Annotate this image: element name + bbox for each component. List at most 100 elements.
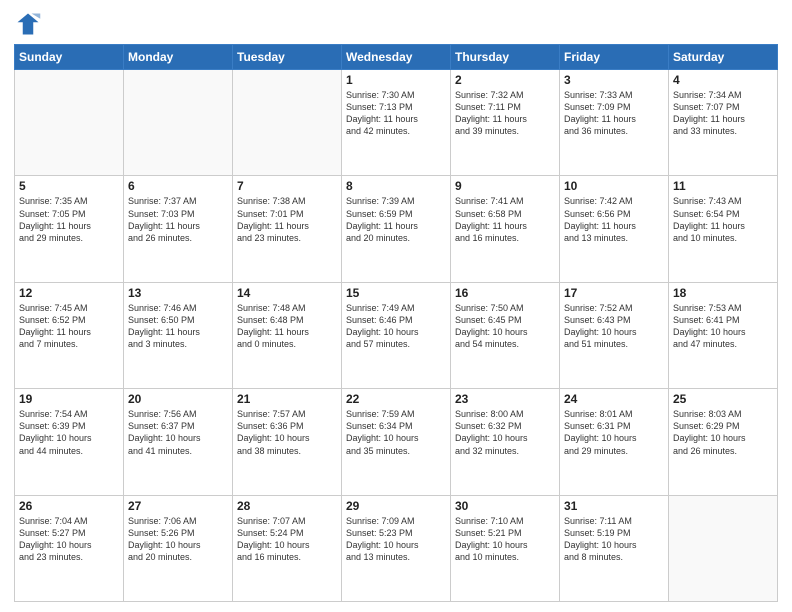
day-info: Sunrise: 7:06 AMSunset: 5:26 PMDaylight:… <box>128 515 228 564</box>
day-number: 22 <box>346 392 446 406</box>
day-cell: 17 Sunrise: 7:52 AMSunset: 6:43 PMDayligh… <box>560 282 669 388</box>
day-number: 9 <box>455 179 555 193</box>
day-cell: 4 Sunrise: 7:34 AMSunset: 7:07 PMDaylight… <box>669 70 778 176</box>
day-number: 5 <box>19 179 119 193</box>
weekday-header-tuesday: Tuesday <box>233 45 342 70</box>
day-info: Sunrise: 7:53 AMSunset: 6:41 PMDaylight:… <box>673 302 773 351</box>
day-info: Sunrise: 7:35 AMSunset: 7:05 PMDaylight:… <box>19 195 119 244</box>
day-info: Sunrise: 7:54 AMSunset: 6:39 PMDaylight:… <box>19 408 119 457</box>
week-row-1: 5 Sunrise: 7:35 AMSunset: 7:05 PMDaylight… <box>15 176 778 282</box>
logo <box>14 10 46 38</box>
day-cell: 30 Sunrise: 7:10 AMSunset: 5:21 PMDayligh… <box>451 495 560 601</box>
week-row-0: 1 Sunrise: 7:30 AMSunset: 7:13 PMDaylight… <box>15 70 778 176</box>
day-cell <box>124 70 233 176</box>
day-cell: 21 Sunrise: 7:57 AMSunset: 6:36 PMDayligh… <box>233 389 342 495</box>
day-info: Sunrise: 7:48 AMSunset: 6:48 PMDaylight:… <box>237 302 337 351</box>
day-number: 26 <box>19 499 119 513</box>
weekday-header-row: SundayMondayTuesdayWednesdayThursdayFrid… <box>15 45 778 70</box>
day-number: 23 <box>455 392 555 406</box>
day-cell: 19 Sunrise: 7:54 AMSunset: 6:39 PMDayligh… <box>15 389 124 495</box>
weekday-header-saturday: Saturday <box>669 45 778 70</box>
day-info: Sunrise: 7:07 AMSunset: 5:24 PMDaylight:… <box>237 515 337 564</box>
day-number: 10 <box>564 179 664 193</box>
day-number: 18 <box>673 286 773 300</box>
day-cell: 1 Sunrise: 7:30 AMSunset: 7:13 PMDaylight… <box>342 70 451 176</box>
day-cell: 29 Sunrise: 7:09 AMSunset: 5:23 PMDayligh… <box>342 495 451 601</box>
day-info: Sunrise: 7:09 AMSunset: 5:23 PMDaylight:… <box>346 515 446 564</box>
day-number: 15 <box>346 286 446 300</box>
weekday-header-thursday: Thursday <box>451 45 560 70</box>
week-row-2: 12 Sunrise: 7:45 AMSunset: 6:52 PMDayligh… <box>15 282 778 388</box>
day-cell: 5 Sunrise: 7:35 AMSunset: 7:05 PMDaylight… <box>15 176 124 282</box>
day-number: 1 <box>346 73 446 87</box>
day-number: 30 <box>455 499 555 513</box>
day-number: 20 <box>128 392 228 406</box>
day-cell: 27 Sunrise: 7:06 AMSunset: 5:26 PMDayligh… <box>124 495 233 601</box>
day-cell: 20 Sunrise: 7:56 AMSunset: 6:37 PMDayligh… <box>124 389 233 495</box>
day-cell: 15 Sunrise: 7:49 AMSunset: 6:46 PMDayligh… <box>342 282 451 388</box>
day-info: Sunrise: 7:46 AMSunset: 6:50 PMDaylight:… <box>128 302 228 351</box>
day-number: 4 <box>673 73 773 87</box>
page: SundayMondayTuesdayWednesdayThursdayFrid… <box>0 0 792 612</box>
day-number: 27 <box>128 499 228 513</box>
day-info: Sunrise: 7:10 AMSunset: 5:21 PMDaylight:… <box>455 515 555 564</box>
logo-icon <box>14 10 42 38</box>
weekday-header-friday: Friday <box>560 45 669 70</box>
day-number: 25 <box>673 392 773 406</box>
day-info: Sunrise: 7:57 AMSunset: 6:36 PMDaylight:… <box>237 408 337 457</box>
day-info: Sunrise: 7:45 AMSunset: 6:52 PMDaylight:… <box>19 302 119 351</box>
day-cell: 22 Sunrise: 7:59 AMSunset: 6:34 PMDayligh… <box>342 389 451 495</box>
day-number: 17 <box>564 286 664 300</box>
day-number: 28 <box>237 499 337 513</box>
day-cell: 6Sunrise: 7:37 AMSunset: 7:03 PMDaylight… <box>124 176 233 282</box>
day-info: Sunrise: 7:33 AMSunset: 7:09 PMDaylight:… <box>564 89 664 138</box>
week-row-4: 26 Sunrise: 7:04 AMSunset: 5:27 PMDayligh… <box>15 495 778 601</box>
day-info: Sunrise: 7:59 AMSunset: 6:34 PMDaylight:… <box>346 408 446 457</box>
day-cell <box>669 495 778 601</box>
calendar-table: SundayMondayTuesdayWednesdayThursdayFrid… <box>14 44 778 602</box>
day-info: Sunrise: 7:32 AMSunset: 7:11 PMDaylight:… <box>455 89 555 138</box>
day-cell: 25 Sunrise: 8:03 AMSunset: 6:29 PMDayligh… <box>669 389 778 495</box>
day-cell: 8 Sunrise: 7:39 AMSunset: 6:59 PMDaylight… <box>342 176 451 282</box>
day-number: 13 <box>128 286 228 300</box>
day-info: Sunrise: 7:49 AMSunset: 6:46 PMDaylight:… <box>346 302 446 351</box>
day-info: Sunrise: 7:39 AMSunset: 6:59 PMDaylight:… <box>346 195 446 244</box>
header <box>14 10 778 38</box>
day-info: Sunrise: 7:42 AMSunset: 6:56 PMDaylight:… <box>564 195 664 244</box>
day-cell <box>15 70 124 176</box>
day-info: Sunrise: 7:52 AMSunset: 6:43 PMDaylight:… <box>564 302 664 351</box>
day-number: 21 <box>237 392 337 406</box>
day-info: Sunrise: 7:50 AMSunset: 6:45 PMDaylight:… <box>455 302 555 351</box>
day-number: 19 <box>19 392 119 406</box>
weekday-header-wednesday: Wednesday <box>342 45 451 70</box>
day-cell: 18 Sunrise: 7:53 AMSunset: 6:41 PMDayligh… <box>669 282 778 388</box>
day-cell: 12 Sunrise: 7:45 AMSunset: 6:52 PMDayligh… <box>15 282 124 388</box>
day-cell: 16 Sunrise: 7:50 AMSunset: 6:45 PMDayligh… <box>451 282 560 388</box>
day-number: 12 <box>19 286 119 300</box>
day-info: Sunrise: 7:34 AMSunset: 7:07 PMDaylight:… <box>673 89 773 138</box>
day-info: Sunrise: 7:56 AMSunset: 6:37 PMDaylight:… <box>128 408 228 457</box>
day-cell: 26 Sunrise: 7:04 AMSunset: 5:27 PMDayligh… <box>15 495 124 601</box>
weekday-header-sunday: Sunday <box>15 45 124 70</box>
day-info: Sunrise: 7:04 AMSunset: 5:27 PMDaylight:… <box>19 515 119 564</box>
day-number: 31 <box>564 499 664 513</box>
day-info: Sunrise: 8:03 AMSunset: 6:29 PMDaylight:… <box>673 408 773 457</box>
weekday-header-monday: Monday <box>124 45 233 70</box>
day-cell: 11Sunrise: 7:43 AMSunset: 6:54 PMDayligh… <box>669 176 778 282</box>
day-number: 29 <box>346 499 446 513</box>
day-cell: 10 Sunrise: 7:42 AMSunset: 6:56 PMDayligh… <box>560 176 669 282</box>
day-cell: 3 Sunrise: 7:33 AMSunset: 7:09 PMDaylight… <box>560 70 669 176</box>
day-cell <box>233 70 342 176</box>
day-cell: 9Sunrise: 7:41 AMSunset: 6:58 PMDaylight… <box>451 176 560 282</box>
day-info: Sunrise: 7:30 AMSunset: 7:13 PMDaylight:… <box>346 89 446 138</box>
week-row-3: 19 Sunrise: 7:54 AMSunset: 6:39 PMDayligh… <box>15 389 778 495</box>
day-info: Sunrise: 7:11 AMSunset: 5:19 PMDaylight:… <box>564 515 664 564</box>
day-cell: 24Sunrise: 8:01 AMSunset: 6:31 PMDayligh… <box>560 389 669 495</box>
day-cell: 13 Sunrise: 7:46 AMSunset: 6:50 PMDayligh… <box>124 282 233 388</box>
day-number: 6 <box>128 179 228 193</box>
day-number: 16 <box>455 286 555 300</box>
day-number: 3 <box>564 73 664 87</box>
day-cell: 2Sunrise: 7:32 AMSunset: 7:11 PMDaylight… <box>451 70 560 176</box>
day-number: 8 <box>346 179 446 193</box>
day-info: Sunrise: 7:38 AMSunset: 7:01 PMDaylight:… <box>237 195 337 244</box>
